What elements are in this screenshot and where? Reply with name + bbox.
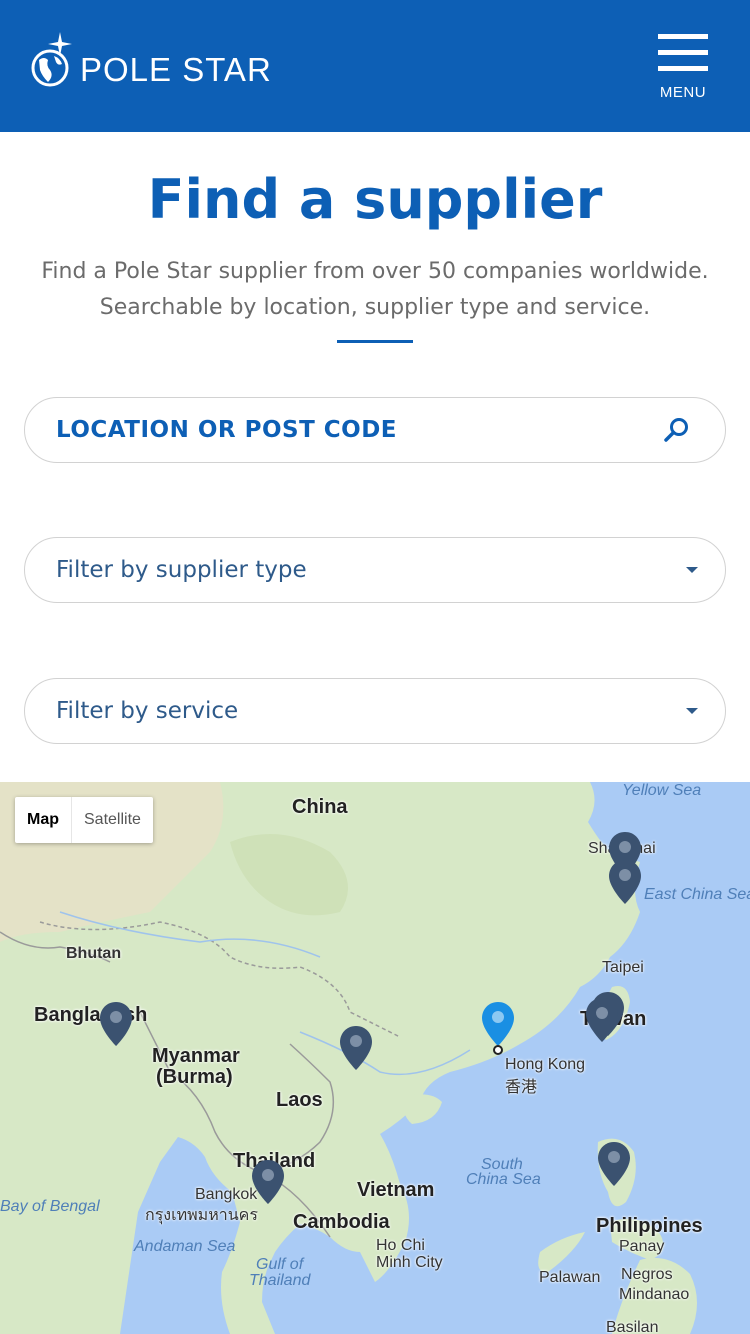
map-label-south-china-sea-2: China Sea: [466, 1171, 541, 1188]
title-divider: [337, 340, 413, 343]
subtitle-line-1: Find a Pole Star supplier from over 50 c…: [41, 259, 709, 284]
supplier-type-value: Filter by supplier type: [56, 557, 307, 583]
map-label-myanmar: Myanmar: [152, 1045, 240, 1067]
map-type-satellite-button[interactable]: Satellite: [72, 797, 153, 843]
map-label-hong-kong-local: 香港: [505, 1079, 538, 1096]
map-label-yellow-sea: Yellow Sea: [622, 782, 702, 799]
location-search-placeholder: LOCATION OR POST CODE: [56, 417, 398, 443]
service-select[interactable]: Filter by service: [24, 678, 726, 744]
map-label-east-china-sea: East China Sea: [644, 886, 750, 903]
map-label-gulf-of-thailand-2: Thailand: [249, 1272, 311, 1289]
location-search-input[interactable]: LOCATION OR POST CODE: [24, 397, 726, 463]
selected-map-pin-icon[interactable]: [480, 1000, 516, 1048]
map-label-mindanao: Mindanao: [619, 1286, 690, 1303]
supplier-type-select[interactable]: Filter by supplier type: [24, 537, 726, 603]
hamburger-icon-bar-middle: [658, 50, 708, 55]
map-label-laos: Laos: [276, 1089, 323, 1111]
map-pin-icon[interactable]: [98, 1000, 134, 1048]
caret-down-icon: [686, 567, 698, 573]
globe-star-icon: [31, 32, 72, 87]
map-label-china: China: [292, 796, 348, 818]
map-label-bhutan: Bhutan: [66, 945, 122, 962]
map-pin-icon[interactable]: [596, 1140, 632, 1188]
search-icon[interactable]: [663, 416, 691, 444]
subtitle-line-2: Searchable by location, supplier type an…: [99, 295, 651, 320]
map-pin-icon[interactable]: [584, 996, 620, 1044]
map-label-basilan: Basilan: [606, 1319, 659, 1334]
map-label-ho-chi-minh-1: Ho Chi: [376, 1237, 425, 1254]
brand-logo[interactable]: POLE STAR: [30, 30, 272, 90]
menu-label: MENU: [659, 84, 707, 101]
map-pin-icon[interactable]: [250, 1158, 286, 1206]
map-label-hong-kong: Hong Kong: [505, 1056, 586, 1073]
map-label-bangkok: Bangkok: [195, 1186, 258, 1203]
page-subtitle: Find a Pole Star supplier from over 50 c…: [0, 254, 750, 326]
service-value: Filter by service: [56, 698, 239, 724]
map-label-palawan: Palawan: [539, 1269, 601, 1286]
supplier-map[interactable]: Map Satellite China Yellow Sea Shanghai …: [0, 782, 750, 1334]
hamburger-icon-bar-bottom: [658, 66, 708, 71]
map-label-vietnam: Vietnam: [357, 1179, 435, 1201]
location-dot-icon: [493, 1045, 503, 1055]
hamburger-icon-bar-top: [658, 34, 708, 39]
map-label-bangkok-local: กรุงเทพมหานคร: [145, 1207, 258, 1224]
map-label-panay: Panay: [619, 1238, 665, 1255]
map-type-map-button[interactable]: Map: [15, 797, 72, 843]
map-label-ho-chi-minh-2: Minh City: [376, 1254, 443, 1271]
map-label-bay-of-bengal: Bay of Bengal: [0, 1198, 100, 1215]
map-pin-icon[interactable]: [607, 858, 643, 906]
map-label-cambodia: Cambodia: [293, 1211, 390, 1233]
map-label-negros: Negros: [621, 1266, 673, 1283]
site-header: POLE STAR MENU: [0, 0, 750, 132]
brand-name: POLE STAR: [80, 51, 272, 88]
map-label-taipei: Taipei: [602, 959, 644, 976]
map-label-andaman-sea: Andaman Sea: [134, 1238, 236, 1255]
map-label-philippines: Philippines: [596, 1215, 703, 1237]
page-title: Find a supplier: [147, 168, 603, 231]
map-pin-icon[interactable]: [338, 1024, 374, 1072]
menu-button[interactable]: MENU: [650, 34, 716, 104]
map-label-burma: (Burma): [156, 1066, 233, 1088]
map-type-control: Map Satellite: [15, 797, 153, 843]
caret-down-icon: [686, 708, 698, 714]
